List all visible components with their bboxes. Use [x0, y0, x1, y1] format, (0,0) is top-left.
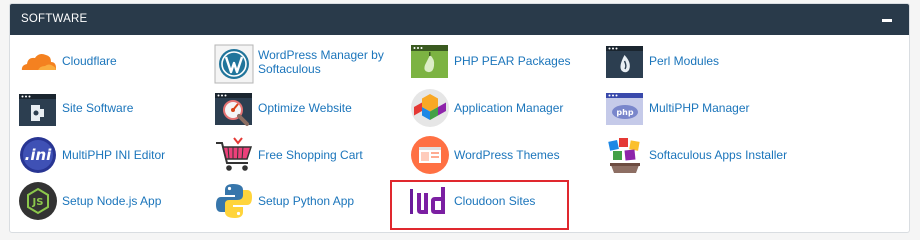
svg-text:JS: JS — [32, 197, 44, 208]
cloudflare-icon — [18, 41, 58, 81]
item-label: Free Shopping Cart — [258, 148, 363, 162]
item-label: Cloudflare — [62, 54, 117, 68]
item-label: Softaculous Apps Installer — [649, 148, 788, 162]
item-cloudflare[interactable]: Cloudflare — [18, 41, 198, 81]
svg-text:.ini: .ini — [25, 146, 53, 164]
multiphp-manager-icon: php — [605, 88, 645, 128]
highlight-box — [390, 180, 569, 230]
item-label: MultiPHP Manager — [649, 101, 750, 115]
site-software-icon — [18, 88, 58, 128]
item-label: MultiPHP INI Editor — [62, 148, 166, 162]
application-manager-icon — [410, 88, 450, 128]
shopping-cart-icon — [214, 135, 254, 175]
item-label: WordPress Manager by Softaculous — [258, 48, 384, 88]
item-label-line1: WordPress Manager by — [258, 48, 384, 62]
item-application-manager[interactable]: Application Manager — [410, 88, 590, 128]
perl-icon — [605, 41, 645, 81]
item-wordpress-themes[interactable]: WordPress Themes — [410, 135, 590, 175]
item-setup-nodejs-app[interactable]: JS Setup Node.js App — [18, 181, 198, 221]
item-label: PHP PEAR Packages — [454, 54, 571, 68]
wordpress-themes-icon — [410, 135, 450, 175]
item-optimize-website[interactable]: Optimize Website — [214, 88, 394, 128]
optimize-website-icon — [214, 88, 254, 128]
nodejs-icon: JS — [18, 181, 58, 221]
item-multiphp-manager[interactable]: php MultiPHP Manager — [605, 88, 785, 128]
item-php-pear[interactable]: PHP PEAR Packages — [410, 41, 590, 81]
wordpress-icon — [214, 44, 254, 84]
item-site-software[interactable]: Site Software — [18, 88, 198, 128]
item-label: Perl Modules — [649, 54, 720, 68]
svg-text:php: php — [616, 108, 633, 117]
panel-title: SOFTWARE — [21, 13, 88, 25]
item-multiphp-ini-editor[interactable]: .ini MultiPHP INI Editor — [18, 135, 198, 175]
item-label: Optimize Website — [258, 101, 352, 115]
item-free-shopping-cart[interactable]: Free Shopping Cart — [214, 135, 394, 175]
multiphp-ini-icon: .ini — [18, 135, 58, 175]
item-label: Setup Python App — [258, 194, 355, 208]
php-pear-icon — [410, 41, 450, 81]
softaculous-icon — [605, 135, 645, 175]
panel-header[interactable]: SOFTWARE — [10, 4, 909, 35]
item-perl-modules[interactable]: Perl Modules — [605, 41, 785, 81]
item-label: WordPress Themes — [454, 148, 560, 162]
collapse-icon[interactable] — [881, 14, 895, 26]
item-setup-python-app[interactable]: Setup Python App — [214, 181, 394, 221]
python-icon — [214, 181, 254, 221]
item-label: Site Software — [62, 101, 134, 115]
item-softaculous-apps-installer[interactable]: Softaculous Apps Installer — [605, 135, 805, 175]
item-label: Setup Node.js App — [62, 194, 162, 208]
item-label-line2: Softaculous — [258, 62, 321, 76]
item-label: Application Manager — [454, 101, 564, 115]
item-wordpress-manager[interactable]: WordPress Manager by Softaculous — [214, 44, 404, 84]
